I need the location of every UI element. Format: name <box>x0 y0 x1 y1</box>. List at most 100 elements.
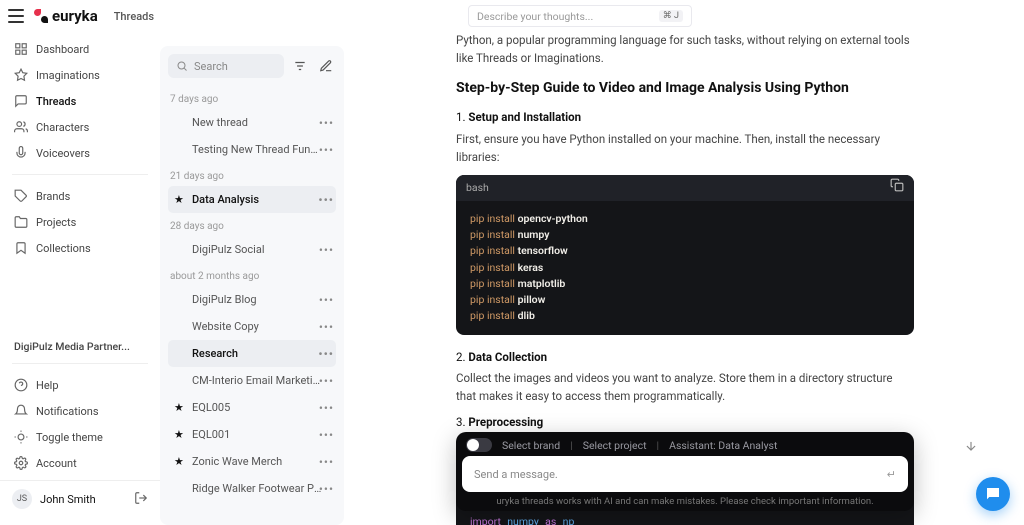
nav-dashboard[interactable]: Dashboard <box>0 36 160 62</box>
brands-icon <box>14 189 28 203</box>
thread-more-button[interactable]: ••• <box>319 401 334 415</box>
thread-label: DigiPulz Blog <box>192 293 257 306</box>
message-input[interactable]: Send a message. ↵ <box>462 456 908 492</box>
menu-button[interactable] <box>8 9 24 23</box>
thread-item[interactable]: New thread ••• <box>168 109 336 136</box>
message-composer: Select brand | Select project | Assistan… <box>456 432 914 511</box>
code-block-bash: bash pip install opencv-python pip insta… <box>456 175 914 335</box>
thread-label: Zonic Wave Merch <box>192 455 282 468</box>
star-icon: ★ <box>174 455 186 468</box>
star-icon: ★ <box>174 401 186 414</box>
edit-icon <box>319 59 333 73</box>
select-brand[interactable]: Select brand <box>502 439 560 452</box>
nav-account[interactable]: Account <box>0 450 160 476</box>
thread-more-button[interactable]: ••• <box>319 455 334 469</box>
brand-logo[interactable]: euryka <box>34 7 98 25</box>
thread-more-button[interactable]: ••• <box>319 243 334 257</box>
assistant-label[interactable]: Assistant: Data Analyst <box>669 439 777 452</box>
nav-voiceovers[interactable]: Voiceovers <box>0 140 160 166</box>
article-heading: Step-by-Step Guide to Video and Image An… <box>456 78 914 100</box>
brand-name: euryka <box>52 7 98 25</box>
nav-projects[interactable]: Projects <box>0 209 160 235</box>
logout-icon[interactable] <box>134 491 148 508</box>
send-button[interactable]: ↵ <box>887 468 896 481</box>
thread-item[interactable]: Testing New Thread Function••• <box>168 136 336 163</box>
thread-label: Research <box>192 347 238 360</box>
thread-item[interactable]: ★ EQL005 ••• <box>168 394 336 421</box>
chat-icon <box>984 485 1002 503</box>
account-icon <box>14 456 28 470</box>
thread-label: EQL005 <box>192 401 230 414</box>
thread-group-label: 7 days ago <box>168 86 336 109</box>
thread-group-label: about 2 months ago <box>168 263 336 286</box>
thread-more-button[interactable]: ••• <box>318 193 334 207</box>
thread-more-button[interactable]: ••• <box>319 293 334 307</box>
new-thread-button[interactable] <box>316 56 336 76</box>
notifications-icon <box>14 404 28 418</box>
thread-more-button[interactable]: ••• <box>318 347 334 361</box>
chat-fab[interactable] <box>976 477 1010 511</box>
workspace-name[interactable]: DigiPulz Media Partner... <box>0 334 160 359</box>
nav-brands[interactable]: Brands <box>0 183 160 209</box>
thread-item[interactable]: ★ Data Analysis ••• <box>168 186 336 213</box>
thread-more-button[interactable]: ••• <box>319 482 334 496</box>
search-icon <box>176 60 188 72</box>
user-name: John Smith <box>40 493 96 506</box>
thread-label: Testing New Thread Function <box>192 143 322 156</box>
nav-toggle-theme[interactable]: Toggle theme <box>0 424 160 450</box>
thread-item[interactable]: DigiPulz Social ••• <box>168 236 336 263</box>
logo-icon <box>34 9 48 23</box>
star-icon: ★ <box>174 193 186 206</box>
thread-item[interactable]: Ridge Walker Footwear Prod Desc.••• <box>168 475 336 502</box>
thread-label: Data Analysis <box>192 193 259 206</box>
thread-group-label: 28 days ago <box>168 213 336 236</box>
imaginations-icon <box>14 68 28 82</box>
thread-label: DigiPulz Social <box>192 243 265 256</box>
thread-more-button[interactable]: ••• <box>319 143 334 157</box>
thread-item[interactable]: Research ••• <box>168 340 336 367</box>
composer-disclaimer: uryka threads works with AI and can make… <box>462 492 908 509</box>
threads-icon <box>14 94 28 108</box>
nav-characters[interactable]: Characters <box>0 114 160 140</box>
thread-label: CM-Interio Email Marketing <box>192 374 322 387</box>
thread-more-button[interactable]: ••• <box>319 428 334 442</box>
code-lang: bash <box>466 180 489 196</box>
thread-more-button[interactable]: ••• <box>319 320 334 334</box>
arrow-down-icon <box>964 439 978 453</box>
composer-toggle[interactable] <box>466 438 492 452</box>
nav-notifications[interactable]: Notifications <box>0 398 160 424</box>
thread-item[interactable]: ★ Zonic Wave Merch ••• <box>168 448 336 475</box>
thread-more-button[interactable]: ••• <box>319 116 334 130</box>
user-avatar[interactable]: JS <box>12 489 32 509</box>
scroll-down-button[interactable] <box>964 438 978 457</box>
thread-search[interactable]: Search <box>168 54 284 78</box>
projects-icon <box>14 215 28 229</box>
nav-help[interactable]: Help <box>0 372 160 398</box>
filter-button[interactable] <box>290 56 310 76</box>
thread-item[interactable]: CM-Interio Email Marketing••• <box>168 367 336 394</box>
thread-label: Website Copy <box>192 320 259 333</box>
help-icon <box>14 378 28 392</box>
copy-button[interactable] <box>890 178 904 197</box>
toggle-theme-icon <box>14 430 28 444</box>
thread-more-button[interactable]: ••• <box>319 374 334 388</box>
thread-item[interactable]: DigiPulz Blog ••• <box>168 286 336 313</box>
star-icon: ★ <box>174 428 186 441</box>
select-project[interactable]: Select project <box>583 439 647 452</box>
page-section: Threads <box>114 10 154 23</box>
collections-icon <box>14 241 28 255</box>
copy-icon <box>890 178 904 192</box>
thread-item[interactable]: Website Copy ••• <box>168 313 336 340</box>
thread-label: EQL001 <box>192 428 230 441</box>
thread-item[interactable]: ★ EQL001 ••• <box>168 421 336 448</box>
thread-label: Ridge Walker Footwear Prod Desc. <box>192 482 322 495</box>
nav-imaginations[interactable]: Imaginations <box>0 62 160 88</box>
nav-collections[interactable]: Collections <box>0 235 160 261</box>
thread-group-label: 21 days ago <box>168 163 336 186</box>
thread-label: New thread <box>192 116 248 129</box>
intro-text: Python, a popular programming language f… <box>456 32 914 68</box>
nav-threads[interactable]: Threads <box>0 88 160 114</box>
dashboard-icon <box>14 42 28 56</box>
voiceovers-icon <box>14 146 28 160</box>
characters-icon <box>14 120 28 134</box>
